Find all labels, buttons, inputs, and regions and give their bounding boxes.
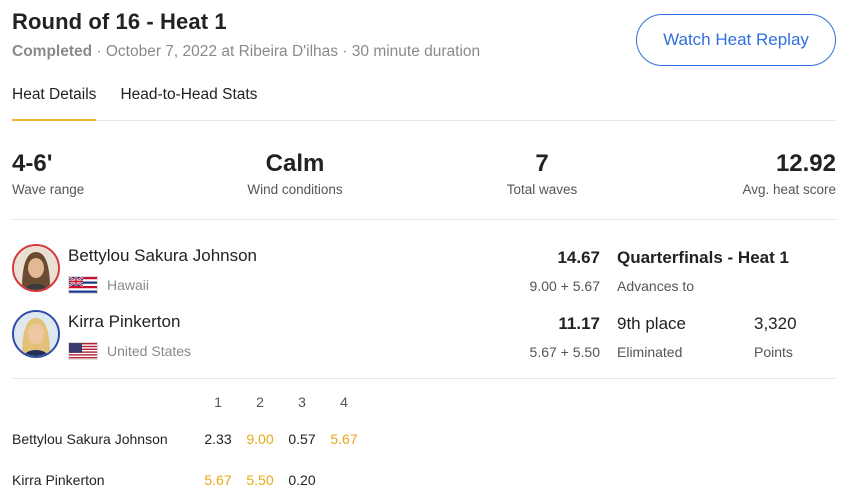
stat-total-waves: 7 Total waves bbox=[492, 150, 592, 197]
wave-column-header: 2 bbox=[256, 394, 264, 410]
advancement-result[interactable]: Quarterfinals - Heat 1 bbox=[617, 248, 789, 268]
section-divider bbox=[12, 378, 836, 379]
stat-value: Calm bbox=[265, 150, 325, 177]
surfer-name[interactable]: Kirra Pinkerton bbox=[68, 312, 180, 332]
result-caption: Advances to bbox=[617, 278, 695, 294]
wave-score: 0.20 bbox=[288, 472, 316, 488]
watch-heat-replay-button[interactable]: Watch Heat Replay bbox=[636, 14, 836, 66]
stat-value: 4-6' bbox=[12, 150, 53, 177]
surfer-country: Hawaii bbox=[107, 277, 150, 293]
wave-row-surfer-name: Bettylou Sakura Johnson bbox=[12, 431, 168, 447]
usa-flag-icon bbox=[68, 342, 98, 360]
stat-label: Total waves bbox=[506, 182, 578, 197]
placement-result: 9th place bbox=[617, 314, 686, 333]
wave-score-counting: 5.67 bbox=[204, 472, 232, 488]
wave-column-header: 1 bbox=[214, 394, 222, 410]
surfer-name[interactable]: Bettylou Sakura Johnson bbox=[68, 246, 257, 266]
surfer-country: United States bbox=[107, 343, 192, 359]
hawaii-flag-icon bbox=[68, 276, 98, 294]
heat-stats: 4-6' Wave range Calm Wind conditions 7 T… bbox=[12, 150, 836, 220]
stat-label: Avg. heat score bbox=[742, 182, 836, 197]
score-breakdown: 9.00 + 5.67 bbox=[529, 278, 600, 294]
wave-score-counting: 5.67 bbox=[330, 431, 358, 447]
stat-value: 7 bbox=[535, 150, 549, 177]
stat-avg-heat-score: 12.92 Avg. heat score bbox=[742, 150, 836, 197]
surfer-row: Bettylou Sakura Johnson Hawaii 14.67 9.0… bbox=[12, 244, 836, 302]
heat-total-score: 14.67 bbox=[557, 248, 600, 267]
stat-label: Wave range bbox=[12, 182, 85, 197]
stat-value: 12.92 bbox=[775, 150, 836, 177]
wave-score: 0.57 bbox=[288, 431, 316, 447]
stat-label: Wind conditions bbox=[247, 182, 343, 197]
points-value: 3,320 bbox=[754, 314, 797, 333]
avatar-photo-icon bbox=[14, 312, 58, 356]
tab-heat-details[interactable]: Heat Details bbox=[12, 84, 97, 121]
wave-row-surfer-name: Kirra Pinkerton bbox=[12, 472, 105, 488]
tab-head-to-head-stats[interactable]: Head-to-Head Stats bbox=[120, 84, 257, 120]
surfer-avatar[interactable] bbox=[12, 244, 60, 292]
surfer-avatar[interactable] bbox=[12, 310, 60, 358]
avatar-photo-icon bbox=[14, 246, 58, 290]
heat-details: · October 7, 2022 at Ribeira D'ilhas · 3… bbox=[92, 43, 481, 60]
stat-wave-range: 4-6' Wave range bbox=[12, 150, 84, 197]
surfer-row: Kirra Pinkerton United States 11.17 5.67… bbox=[12, 310, 836, 368]
result-caption: Eliminated bbox=[617, 344, 683, 360]
wave-score: 2.33 bbox=[204, 431, 232, 447]
stat-wind-conditions: Calm Wind conditions bbox=[245, 150, 345, 197]
wave-score-counting: 9.00 bbox=[246, 431, 274, 447]
tab-bar: Heat Details Head-to-Head Stats bbox=[12, 84, 836, 121]
wave-column-header: 3 bbox=[298, 394, 306, 410]
heat-status: Completed bbox=[12, 43, 93, 60]
wave-score-counting: 5.50 bbox=[246, 472, 274, 488]
score-breakdown: 5.67 + 5.50 bbox=[529, 344, 600, 360]
heat-header: Round of 16 - Heat 1 Completed · October… bbox=[12, 8, 836, 72]
points-label: Points bbox=[754, 344, 793, 360]
wave-column-header: 4 bbox=[340, 394, 348, 410]
heat-total-score: 11.17 bbox=[558, 314, 600, 333]
